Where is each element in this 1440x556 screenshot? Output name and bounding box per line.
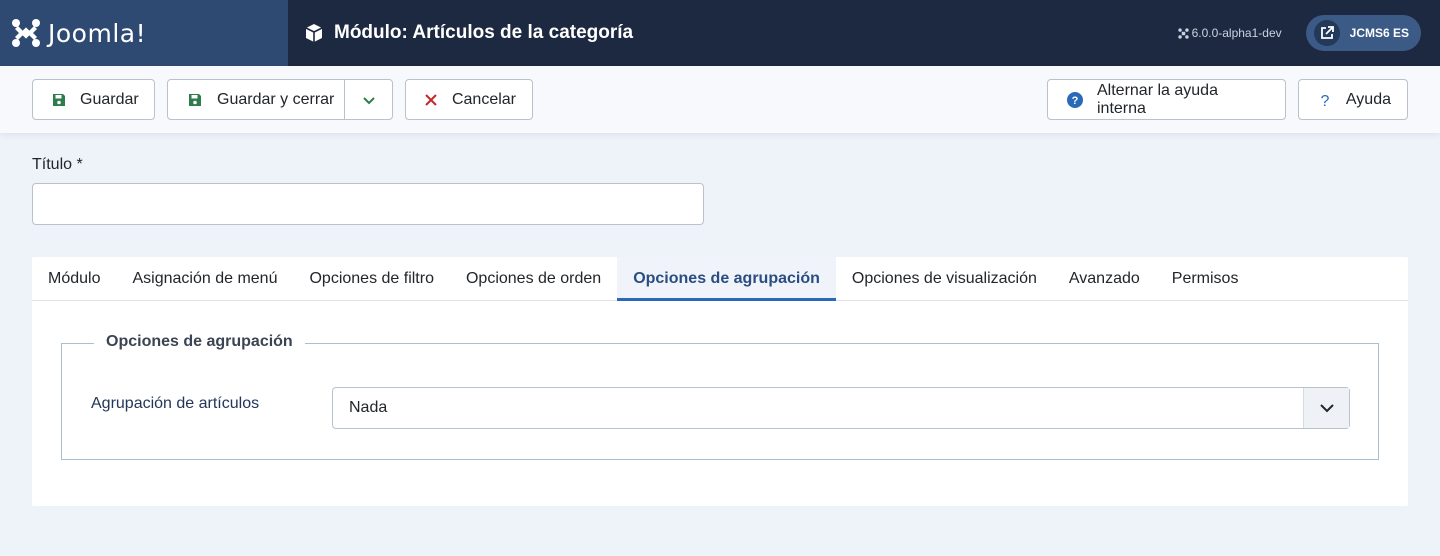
tab-module[interactable]: Módulo: [32, 257, 116, 300]
tabs-card: Módulo Asignación de menú Opciones de fi…: [32, 257, 1408, 506]
tab-grouping-options[interactable]: Opciones de agrupación: [617, 257, 836, 301]
tab-advanced[interactable]: Avanzado: [1053, 257, 1156, 300]
title-label: Título *: [32, 156, 83, 173]
save-icon: [187, 92, 203, 108]
toggle-help-label: Alternar la ayuda interna: [1097, 81, 1218, 117]
svg-text:?: ?: [1321, 93, 1330, 108]
save-icon: [52, 92, 66, 108]
fieldset-legend: Opciones de agrupación: [94, 333, 305, 351]
select-value: Nada: [349, 399, 388, 416]
toolbar: Guardar Guardar y cerrar Cancelar ? Alte…: [0, 66, 1440, 133]
save-close-label: Guardar y cerrar: [217, 90, 335, 108]
article-grouping-label: Agrupación de artículos: [91, 395, 260, 412]
tab-permissions[interactable]: Permisos: [1156, 257, 1255, 300]
tab-bar: Módulo Asignación de menú Opciones de fi…: [32, 257, 1408, 301]
external-link-icon: [1313, 20, 1340, 46]
toggle-inline-help-button[interactable]: ? Alternar la ayuda interna: [1047, 79, 1286, 120]
logo-text: Joomla!: [48, 18, 147, 48]
tab-display-options[interactable]: Opciones de visualización: [836, 257, 1053, 300]
question-circle-icon: ?: [1067, 91, 1083, 108]
joomla-logo[interactable]: Joomla!: [0, 0, 288, 66]
cancel-label: Cancelar: [451, 90, 516, 108]
tab-menu-assignment[interactable]: Asignación de menú: [116, 257, 293, 300]
svg-text:?: ?: [1072, 95, 1079, 107]
help-label: Ayuda: [1345, 90, 1391, 108]
app-header: Joomla! Módulo: Artículos de la categorí…: [0, 0, 1440, 66]
chevron-down-icon: [1303, 388, 1349, 428]
chevron-down-icon: [362, 96, 375, 104]
page-title-text: Módulo: Artículos de la categoría: [334, 22, 634, 43]
joomla-logo-icon: [12, 19, 40, 47]
tab-ordering-options[interactable]: Opciones de orden: [450, 257, 617, 300]
site-link-button[interactable]: JCMS6 ES: [1305, 15, 1421, 51]
article-grouping-select[interactable]: Nada: [332, 387, 1350, 429]
save-button[interactable]: Guardar: [32, 79, 155, 120]
close-icon: [425, 92, 438, 108]
help-button[interactable]: ? Ayuda: [1298, 79, 1408, 120]
save-label: Guardar: [80, 90, 139, 108]
site-link-label: JCMS6 ES: [1349, 26, 1409, 40]
tab-filter-options[interactable]: Opciones de filtro: [293, 257, 450, 300]
cancel-button[interactable]: Cancelar: [405, 79, 533, 120]
version-text: 6.0.0-alpha1-dev: [1191, 26, 1282, 40]
title-input[interactable]: [32, 183, 704, 225]
page-title: Módulo: Artículos de la categoría: [304, 22, 633, 44]
question-icon: ?: [1318, 92, 1332, 108]
grouping-fieldset: Opciones de agrupación Agrupación de art…: [61, 333, 1379, 460]
save-close-button[interactable]: Guardar y cerrar: [167, 79, 393, 120]
version-info: 6.0.0-alpha1-dev: [1177, 26, 1282, 40]
save-dropdown-toggle[interactable]: [344, 80, 392, 119]
cube-icon: [305, 24, 323, 42]
joomla-icon: [1177, 27, 1189, 39]
